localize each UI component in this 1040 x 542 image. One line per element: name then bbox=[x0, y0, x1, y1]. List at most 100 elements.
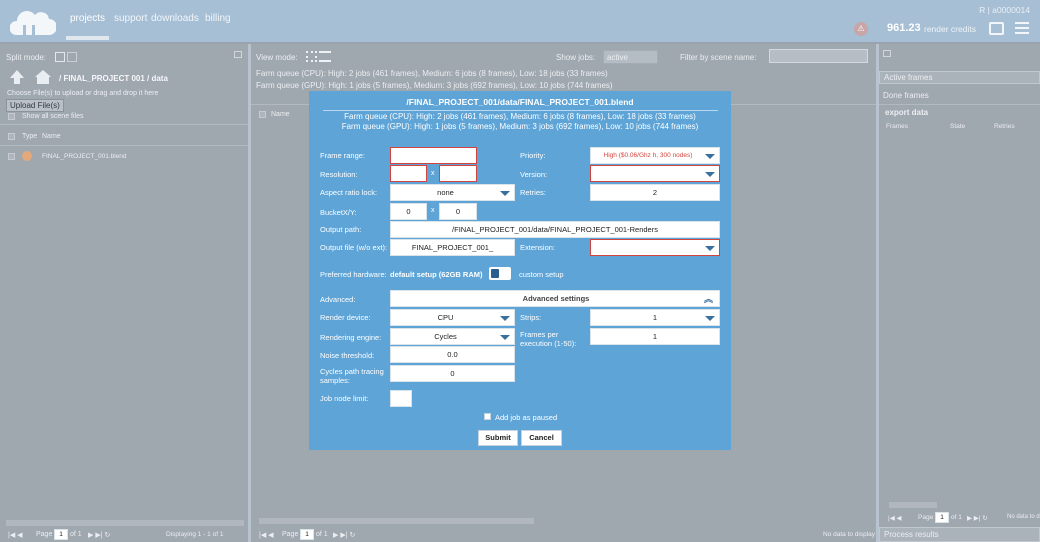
pager-page-input[interactable]: 1 bbox=[935, 512, 949, 523]
col-frames[interactable]: Frames bbox=[886, 123, 908, 130]
dialog-queue-gpu: Farm queue (GPU): High: 1 jobs (5 frames… bbox=[341, 122, 699, 131]
cycles-samples-input[interactable]: 0 bbox=[390, 365, 515, 382]
extension-select[interactable] bbox=[590, 239, 720, 256]
default-setup-option[interactable]: default setup (62GB RAM) bbox=[390, 270, 483, 279]
col-name[interactable]: Name bbox=[271, 111, 290, 118]
col-state[interactable]: State bbox=[950, 123, 965, 130]
dialog-queue-cpu: Farm queue (CPU): High: 2 jobs (461 fram… bbox=[344, 112, 696, 121]
submit-job-dialog: /FINAL_PROJECT_001/data/FINAL_PROJECT_00… bbox=[309, 91, 731, 450]
pager-next-icons[interactable]: ▶ ▶| ↻ bbox=[88, 531, 110, 539]
breadcrumb[interactable]: / FINAL_PROJECT 001 / data bbox=[59, 74, 168, 83]
collapse-icon[interactable] bbox=[234, 51, 242, 58]
show-all-label: Show all scene files bbox=[22, 113, 84, 120]
up-folder-icon[interactable] bbox=[10, 70, 24, 78]
frame-range-input[interactable] bbox=[390, 147, 477, 164]
cancel-button[interactable]: Cancel bbox=[521, 430, 562, 446]
pager-nav-icons[interactable]: |◀ ◀ bbox=[259, 531, 274, 539]
process-results-header[interactable]: Process results bbox=[879, 527, 1040, 542]
horizontal-scrollbar[interactable] bbox=[889, 502, 937, 508]
hamburger-menu-icon[interactable] bbox=[1015, 22, 1029, 34]
jobs-select-all-checkbox[interactable] bbox=[259, 111, 266, 118]
grid-view-icon[interactable] bbox=[306, 51, 317, 62]
add-paused-checkbox[interactable] bbox=[484, 413, 491, 420]
rendering-engine-select[interactable]: Cycles bbox=[390, 328, 515, 345]
noise-threshold-label: Noise threshold: bbox=[320, 351, 375, 360]
version-label: Version: bbox=[520, 170, 548, 179]
nav-downloads[interactable]: downloads bbox=[151, 13, 199, 24]
aspect-lock-select[interactable]: none bbox=[390, 184, 515, 201]
resolution-separator: x bbox=[431, 170, 435, 177]
upload-hint: Choose File(s) to upload or drag and dro… bbox=[7, 90, 159, 97]
render-device-select[interactable]: CPU bbox=[390, 309, 515, 326]
output-file-input[interactable]: FINAL_PROJECT_001_ bbox=[390, 239, 515, 256]
active-frames-header[interactable]: Active frames bbox=[879, 71, 1040, 84]
queue-cpu: Farm queue (CPU): High: 2 jobs (461 fram… bbox=[256, 69, 608, 78]
priority-select[interactable]: High ($0.06/Ghz h, 300 nodes) bbox=[590, 147, 720, 164]
no-data-label: No data to display bbox=[823, 531, 876, 538]
export-data-link[interactable]: export data bbox=[885, 108, 928, 117]
pager-next-icons[interactable]: ▶ ▶| ↻ bbox=[333, 531, 355, 539]
file-browser-pane: Split mode: / FINAL_PROJECT 001 / data C… bbox=[0, 44, 248, 542]
pager-nav-icons[interactable]: |◀ ◀ bbox=[8, 531, 23, 539]
resolution-x-input[interactable] bbox=[390, 165, 427, 182]
col-retries[interactable]: Retries bbox=[994, 123, 1015, 130]
displaying-label: Displaying 1 - 1 of 1 bbox=[166, 531, 224, 538]
show-jobs-value: active bbox=[607, 53, 628, 62]
job-node-limit-input[interactable] bbox=[390, 390, 412, 407]
split-vertical-icon[interactable] bbox=[55, 52, 65, 62]
custom-setup-option[interactable]: custom setup bbox=[519, 270, 564, 279]
show-jobs-select[interactable]: active bbox=[603, 50, 658, 64]
nav-billing[interactable]: billing bbox=[205, 13, 231, 24]
user-id[interactable]: R | a0000014 bbox=[979, 5, 1030, 15]
retries-label: Retries: bbox=[520, 188, 546, 197]
output-path-input[interactable]: /FINAL_PROJECT_001/data/FINAL_PROJECT_00… bbox=[390, 221, 720, 238]
split-horizontal-icon[interactable] bbox=[67, 52, 77, 62]
file-checkbox[interactable] bbox=[8, 153, 15, 160]
version-select[interactable] bbox=[590, 165, 720, 182]
credits-label: render credits bbox=[924, 24, 976, 34]
file-name[interactable]: FINAL_PROJECT_001.blend bbox=[42, 153, 127, 160]
job-node-limit-label: Job node limit: bbox=[320, 394, 369, 403]
upload-files-button[interactable]: Upload File(s) bbox=[6, 99, 64, 112]
filter-input[interactable] bbox=[769, 49, 868, 63]
nav-support[interactable]: support bbox=[114, 13, 147, 24]
up-folder-icon-stem bbox=[14, 78, 20, 84]
col-name[interactable]: Name bbox=[42, 133, 61, 140]
resolution-y-input[interactable] bbox=[439, 165, 477, 182]
alert-icon[interactable]: ⚠ bbox=[854, 22, 868, 36]
bucket-y-input[interactable]: 0 bbox=[439, 203, 477, 220]
chat-icon[interactable] bbox=[989, 22, 1004, 35]
pager-of: of 1 bbox=[951, 514, 962, 521]
home-icon[interactable] bbox=[35, 70, 51, 77]
pager-page-input[interactable]: 1 bbox=[300, 529, 314, 540]
select-all-checkbox[interactable] bbox=[8, 133, 15, 140]
cloud-logo-icon[interactable] bbox=[10, 5, 56, 37]
add-paused-label: Add job as paused bbox=[495, 413, 558, 422]
noise-threshold-input[interactable]: 0.0 bbox=[390, 346, 515, 363]
frames-per-input[interactable]: 1 bbox=[590, 328, 720, 345]
collapse-icon[interactable] bbox=[883, 50, 891, 57]
nav-projects[interactable]: projects bbox=[70, 13, 105, 24]
view-mode-label: View mode: bbox=[256, 53, 298, 62]
list-view-icon[interactable] bbox=[319, 51, 331, 62]
horizontal-scrollbar[interactable] bbox=[259, 518, 534, 524]
col-type[interactable]: Type bbox=[22, 133, 37, 140]
pager-nav-icons[interactable]: |◀ ◀ bbox=[888, 514, 902, 522]
output-file-label: Output file (w/o ext): bbox=[320, 243, 388, 252]
show-all-checkbox[interactable] bbox=[8, 113, 15, 120]
submit-button[interactable]: Submit bbox=[478, 430, 518, 446]
done-frames-label[interactable]: Done frames bbox=[883, 91, 929, 100]
advanced-settings-toggle[interactable]: Advanced settings ︽ bbox=[390, 290, 720, 307]
horizontal-scrollbar[interactable] bbox=[6, 520, 244, 526]
pager-next-icons[interactable]: ▶ ▶| ↻ bbox=[967, 514, 988, 522]
bucket-x-input[interactable]: 0 bbox=[390, 203, 427, 220]
blender-file-icon bbox=[22, 151, 32, 161]
pager-page-label: Page bbox=[282, 531, 299, 538]
hardware-toggle[interactable] bbox=[489, 267, 511, 280]
top-header: projects support downloads billing R | a… bbox=[0, 0, 1040, 42]
pager-of: of 1 bbox=[70, 531, 82, 538]
retries-input[interactable]: 2 bbox=[590, 184, 720, 201]
extension-label: Extension: bbox=[520, 243, 556, 252]
strips-select[interactable]: 1 bbox=[590, 309, 720, 326]
pager-page-input[interactable]: 1 bbox=[54, 529, 68, 540]
